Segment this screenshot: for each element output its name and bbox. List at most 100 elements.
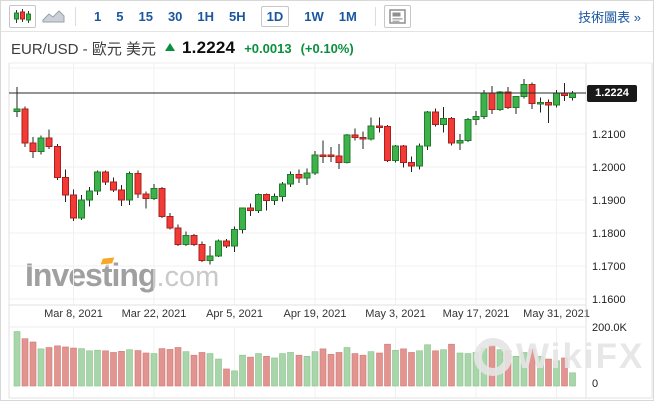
candle[interactable] bbox=[481, 90, 487, 119]
candle[interactable] bbox=[513, 96, 519, 114]
candle[interactable] bbox=[377, 118, 383, 133]
volume-bar[interactable] bbox=[352, 354, 358, 386]
candle[interactable] bbox=[529, 83, 535, 110]
volume-bar[interactable] bbox=[248, 357, 254, 386]
candle[interactable] bbox=[417, 144, 423, 170]
candle[interactable] bbox=[159, 187, 165, 218]
candle[interactable] bbox=[119, 185, 125, 206]
volume-bar[interactable] bbox=[151, 354, 157, 386]
volume-bar[interactable] bbox=[143, 353, 149, 386]
interval-1W[interactable]: 1W bbox=[304, 8, 324, 25]
volume-bar[interactable] bbox=[368, 352, 374, 386]
volume-bar[interactable] bbox=[159, 349, 165, 386]
volume-bar[interactable] bbox=[111, 352, 117, 386]
candle[interactable] bbox=[111, 178, 117, 193]
volume-bar[interactable] bbox=[30, 342, 36, 386]
candle[interactable] bbox=[87, 187, 93, 207]
volume-bar[interactable] bbox=[473, 352, 479, 386]
volume-bar[interactable] bbox=[312, 352, 318, 386]
candle[interactable] bbox=[199, 242, 205, 263]
volume-bar[interactable] bbox=[497, 350, 503, 386]
volume-bar[interactable] bbox=[71, 348, 77, 386]
news-panel-button[interactable] bbox=[384, 5, 411, 28]
candle[interactable] bbox=[425, 111, 431, 150]
candle[interactable] bbox=[207, 246, 213, 265]
volume-bar[interactable] bbox=[441, 350, 447, 386]
volume-bar[interactable] bbox=[521, 352, 527, 386]
volume-bar[interactable] bbox=[570, 373, 576, 386]
candle[interactable] bbox=[368, 118, 374, 141]
volume-bar[interactable] bbox=[328, 354, 334, 386]
candle[interactable] bbox=[224, 239, 230, 248]
interval-1[interactable]: 1 bbox=[94, 8, 101, 25]
volume-bar[interactable] bbox=[224, 369, 230, 386]
candle[interactable] bbox=[95, 171, 101, 196]
candle[interactable] bbox=[296, 170, 302, 184]
candle[interactable] bbox=[352, 129, 358, 141]
volume-bar[interactable] bbox=[304, 356, 310, 386]
volume-bar[interactable] bbox=[207, 354, 213, 386]
candle[interactable] bbox=[312, 151, 318, 175]
interval-15[interactable]: 15 bbox=[138, 8, 152, 25]
candle[interactable] bbox=[14, 87, 20, 117]
candle[interactable] bbox=[570, 91, 576, 101]
volume-bar[interactable] bbox=[360, 355, 366, 386]
volume-bar[interactable] bbox=[135, 351, 141, 386]
candle[interactable] bbox=[191, 234, 197, 246]
candle[interactable] bbox=[264, 194, 270, 211]
candle[interactable] bbox=[344, 134, 350, 164]
candle[interactable] bbox=[167, 213, 173, 230]
volume-bar[interactable] bbox=[546, 359, 552, 386]
candle[interactable] bbox=[272, 194, 278, 206]
candle[interactable] bbox=[175, 225, 181, 247]
interval-5H[interactable]: 5H bbox=[229, 8, 246, 25]
volume-bar[interactable] bbox=[344, 348, 350, 387]
candle[interactable] bbox=[497, 91, 503, 111]
candle[interactable] bbox=[71, 190, 77, 222]
volume-bar[interactable] bbox=[127, 350, 133, 386]
volume-bar[interactable] bbox=[264, 356, 270, 386]
candle[interactable] bbox=[38, 136, 44, 155]
volume-bar[interactable] bbox=[240, 355, 246, 386]
volume-bar[interactable] bbox=[385, 344, 391, 386]
candle[interactable] bbox=[256, 194, 262, 214]
volume-bar[interactable] bbox=[465, 354, 471, 386]
candle[interactable] bbox=[79, 195, 85, 220]
volume-bar[interactable] bbox=[175, 348, 181, 387]
candle[interactable] bbox=[505, 87, 511, 109]
candle[interactable] bbox=[248, 204, 254, 217]
volume-bar[interactable] bbox=[280, 354, 286, 386]
volume-bar[interactable] bbox=[417, 351, 423, 386]
interval-30[interactable]: 30 bbox=[168, 8, 182, 25]
volume-bar[interactable] bbox=[320, 349, 326, 386]
volume-bar[interactable] bbox=[103, 351, 109, 386]
volume-bar[interactable] bbox=[46, 348, 52, 387]
volume-bar[interactable] bbox=[87, 351, 93, 386]
candle[interactable] bbox=[232, 227, 238, 253]
volume-bar[interactable] bbox=[481, 348, 487, 386]
interval-5[interactable]: 5 bbox=[116, 8, 123, 25]
volume-bar[interactable] bbox=[272, 358, 278, 386]
candle[interactable] bbox=[538, 98, 544, 113]
volume-bar[interactable] bbox=[183, 352, 189, 386]
candle[interactable] bbox=[457, 134, 463, 150]
candle[interactable] bbox=[433, 109, 439, 127]
candle[interactable] bbox=[320, 141, 326, 164]
volume-bar[interactable] bbox=[409, 352, 415, 386]
candle[interactable] bbox=[127, 172, 133, 206]
candle[interactable] bbox=[63, 170, 69, 203]
candle[interactable] bbox=[22, 107, 28, 148]
volume-bar[interactable] bbox=[377, 353, 383, 386]
candle[interactable] bbox=[304, 169, 310, 186]
volume-bar[interactable] bbox=[22, 339, 28, 386]
volume-bar[interactable] bbox=[38, 349, 44, 386]
volume-bar[interactable] bbox=[119, 351, 125, 386]
candle[interactable] bbox=[216, 240, 222, 258]
volume-bar[interactable] bbox=[562, 358, 568, 386]
volume-bar[interactable] bbox=[393, 350, 399, 386]
volume-bar[interactable] bbox=[538, 356, 544, 386]
candle[interactable] bbox=[441, 107, 447, 133]
candle[interactable] bbox=[465, 118, 471, 142]
candle[interactable] bbox=[46, 130, 52, 150]
volume-bar[interactable] bbox=[79, 349, 85, 386]
